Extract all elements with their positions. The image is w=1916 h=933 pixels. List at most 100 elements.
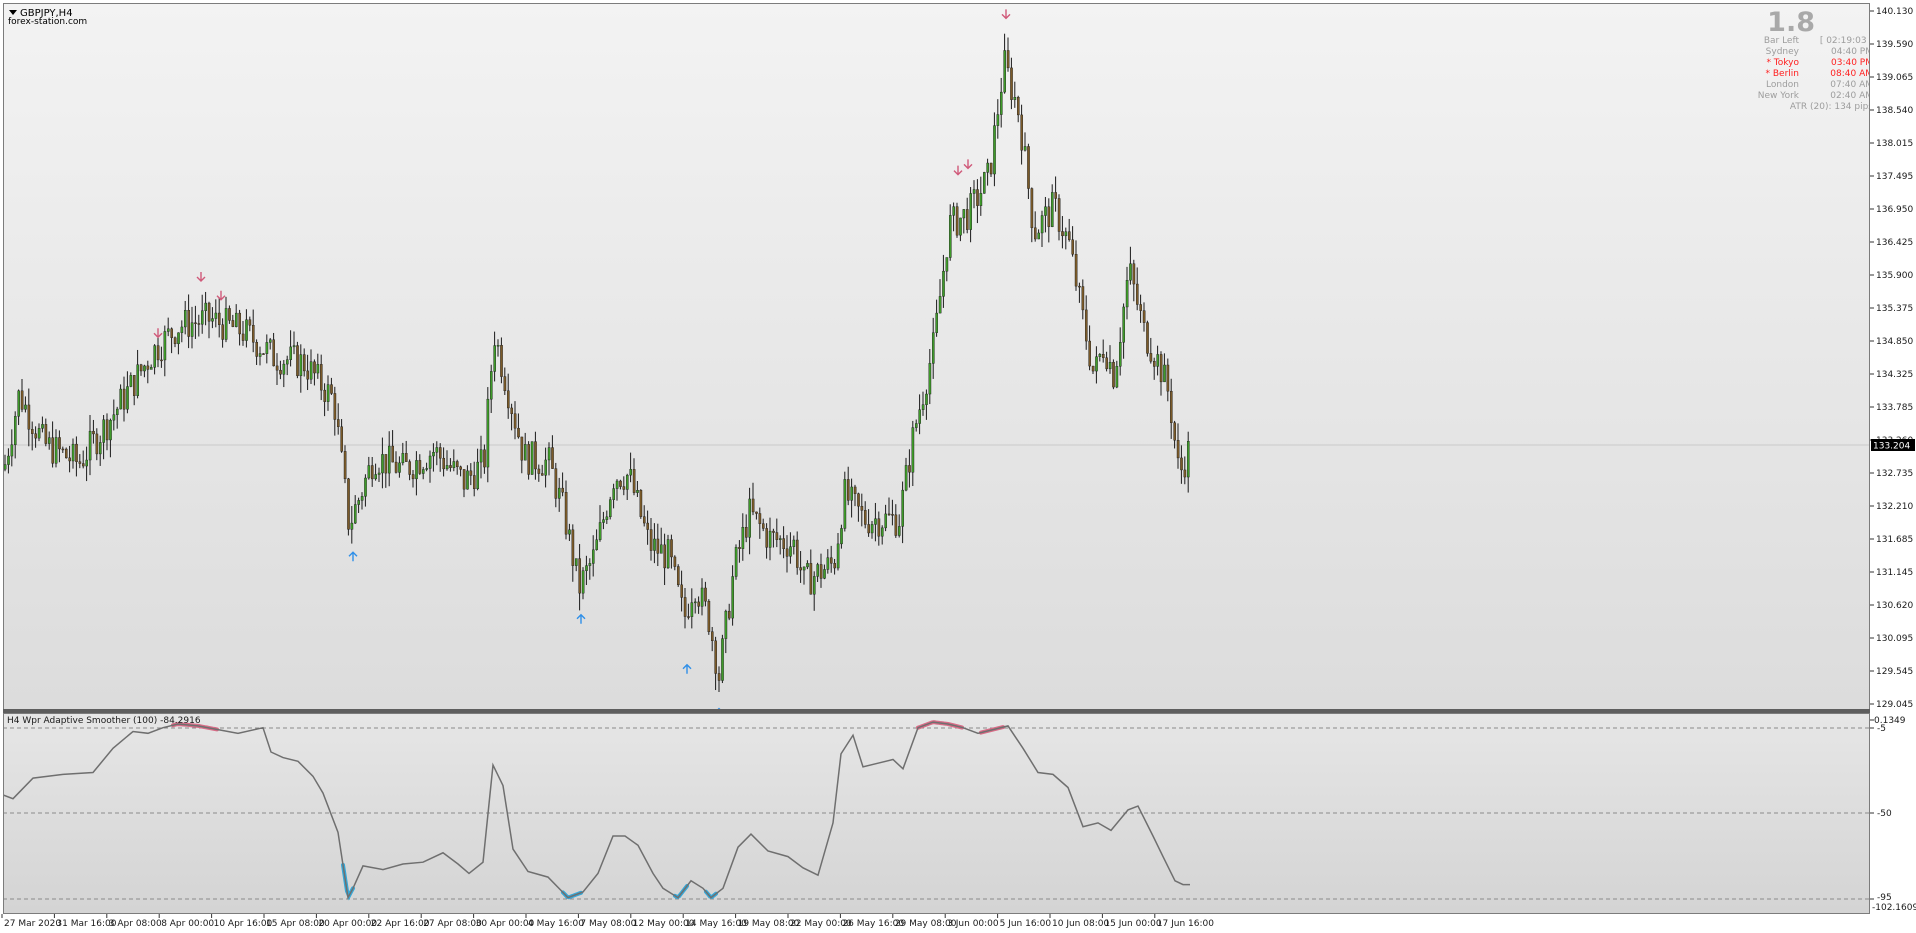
bull-candle	[316, 364, 320, 374]
bull-candle	[979, 193, 983, 206]
bull-candle	[102, 419, 105, 443]
bull-candle	[932, 332, 935, 364]
bear-candle	[830, 557, 833, 564]
bear-candle	[1173, 422, 1176, 441]
bear-candle	[139, 364, 143, 372]
bull-candle	[734, 547, 738, 577]
bear-candle	[673, 556, 677, 567]
bull-candle	[377, 472, 381, 475]
bull-candle	[10, 444, 14, 457]
price-axis-label: 139.590	[1876, 40, 1913, 50]
bull-candle	[428, 455, 432, 469]
sell-arrow-icon	[216, 290, 226, 301]
bull-candle	[840, 528, 843, 545]
bear-candle	[1061, 231, 1064, 237]
bull-candle	[452, 461, 456, 468]
bear-candle	[551, 447, 554, 469]
bear-candle	[92, 430, 95, 435]
bull-candle	[935, 312, 938, 333]
bear-candle	[1159, 354, 1163, 383]
bull-candle	[54, 437, 58, 464]
bull-candle	[234, 312, 238, 327]
bull-candle	[585, 565, 588, 571]
bull-candle	[1095, 356, 1098, 372]
indicator-axis-label: -5	[1877, 724, 1886, 734]
bear-candle	[683, 597, 687, 617]
bull-candle	[17, 390, 21, 417]
bull-candle	[1122, 306, 1125, 343]
bull-candle	[425, 468, 429, 470]
bear-candle	[656, 538, 660, 554]
bear-candle	[663, 544, 666, 569]
bull-candle	[938, 296, 942, 314]
price-axis-label: 133.785	[1876, 403, 1913, 413]
price-axis-label: 136.425	[1876, 238, 1913, 248]
price-axis-label: 136.950	[1876, 205, 1913, 215]
time-axis-label: 3 Apr 08:00	[109, 919, 162, 929]
bear-candle	[503, 376, 507, 392]
bear-candle	[751, 498, 755, 513]
bull-candle	[904, 465, 908, 491]
bull-candle	[286, 359, 289, 365]
bull-candle	[153, 345, 157, 368]
bull-candle	[1163, 364, 1166, 383]
bear-candle	[571, 529, 575, 566]
bull-candle	[911, 427, 915, 473]
bull-candle	[374, 474, 378, 480]
bear-candle	[313, 361, 316, 374]
bear-candle	[105, 419, 109, 441]
indicator-axis[interactable]: 0.1349 -5 -50 -95 -102.1609	[1870, 713, 1916, 914]
chart-window: GBPJPY,H4 forex-station.com 1.8 Bar Left…	[0, 0, 1916, 933]
bull-candle	[183, 310, 187, 328]
bull-candle	[269, 339, 272, 343]
time-axis[interactable]: 27 Mar 2020 31 Mar 16:00 3 Apr 08:00 8 Apr …	[0, 914, 1916, 933]
bear-candle	[343, 451, 347, 480]
bull-candle	[816, 564, 819, 577]
bull-candle	[959, 217, 962, 236]
bear-candle	[1084, 309, 1088, 342]
indicator-highlights	[171, 720, 1005, 901]
bear-candle	[520, 436, 524, 461]
bear-candle	[170, 328, 174, 338]
bear-candle	[469, 470, 473, 476]
price-chart[interactable]	[3, 3, 1870, 710]
info-label: Bar Left	[1763, 36, 1799, 46]
bull-candle	[792, 539, 796, 547]
bear-candle	[1057, 198, 1061, 232]
bear-candle	[1081, 286, 1085, 311]
bear-candle	[887, 513, 891, 516]
bear-candle	[1078, 285, 1081, 288]
bull-candle	[609, 499, 612, 518]
bear-candle	[51, 437, 54, 464]
indicator-panel[interactable]	[3, 713, 1870, 914]
indicator-chart[interactable]	[3, 713, 1870, 914]
bull-candle	[200, 310, 204, 325]
bull-candle	[1129, 263, 1132, 281]
bear-candle	[619, 480, 622, 487]
bear-candle	[622, 486, 626, 490]
bear-candle	[1010, 67, 1013, 100]
bull-candle	[48, 437, 51, 444]
dropdown-triangle-icon[interactable]	[9, 10, 17, 15]
candlestick-series	[4, 33, 1190, 692]
bear-candle	[34, 433, 38, 439]
price-axis-label: 131.145	[1876, 568, 1913, 578]
bear-candle	[833, 563, 836, 569]
bear-candle	[680, 584, 683, 598]
bear-candle	[537, 468, 541, 474]
bear-candle	[853, 486, 857, 494]
bear-candle	[391, 445, 395, 463]
bull-candle	[731, 576, 734, 619]
bear-candle	[510, 407, 514, 414]
bull-candle	[1050, 192, 1054, 227]
bull-candle	[768, 530, 772, 548]
price-axis-label: 129.045	[1876, 700, 1913, 710]
bear-candle	[238, 312, 242, 335]
info-label: Sydney	[1765, 47, 1799, 57]
bull-candle	[1064, 231, 1068, 237]
time-axis-label: 8 Apr 00:00	[161, 919, 214, 929]
bear-candle	[1166, 364, 1170, 392]
main-chart-panel[interactable]: GBPJPY,H4 forex-station.com 1.8 Bar Left…	[3, 3, 1870, 710]
indicator-title: H4 Wpr Adaptive Smoother (100) -84.2916	[7, 716, 201, 726]
price-axis[interactable]: 140.130 139.590 139.065 138.540 138.015 137.4…	[1870, 3, 1916, 710]
